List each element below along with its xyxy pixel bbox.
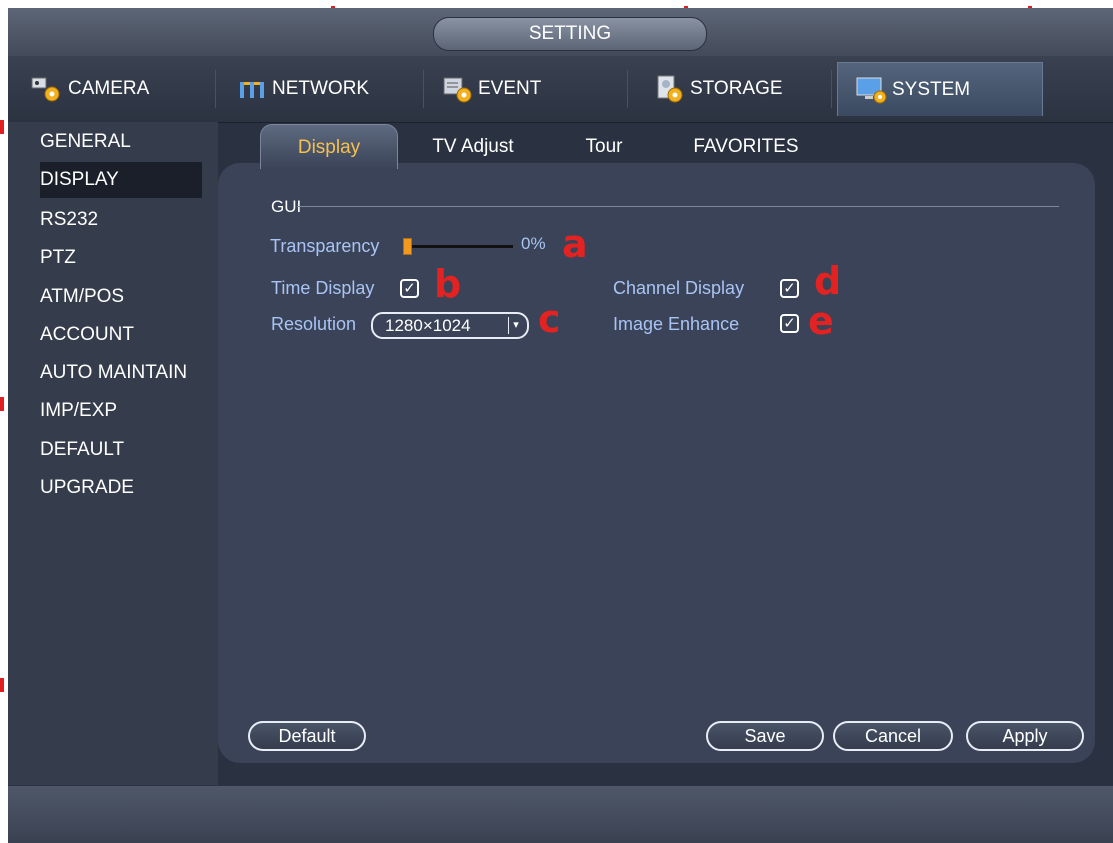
nav-camera[interactable]: CAMERA — [30, 62, 216, 116]
sidebar-item-imp-exp[interactable]: IMP/EXP — [40, 393, 117, 429]
nav-network[interactable]: NETWORK — [234, 62, 424, 116]
default-button[interactable]: Default — [248, 721, 366, 751]
top-navigation: CAMERA NETWORK EVENT STORAGE SYSTEM — [8, 56, 1113, 123]
sidebar: GENERAL DISPLAY RS232 PTZ ATM/POS ACCOUN… — [8, 122, 218, 785]
nav-event-label: EVENT — [478, 78, 542, 99]
sidebar-item-default[interactable]: DEFAULT — [40, 432, 124, 468]
time-display-label: Time Display — [271, 278, 375, 298]
time-display-checkbox[interactable]: ✓ — [400, 279, 419, 298]
annotation-d: d — [814, 259, 842, 303]
apply-button[interactable]: Apply — [966, 721, 1084, 751]
camera-gear-icon — [30, 74, 66, 104]
sidebar-item-upgrade[interactable]: UPGRADE — [40, 470, 134, 506]
sidebar-item-account[interactable]: ACCOUNT — [40, 317, 134, 353]
chevron-down-icon: ▾ — [508, 317, 523, 334]
sidebar-item-display[interactable]: DISPLAY — [40, 162, 202, 198]
sidebar-item-rs232[interactable]: RS232 — [40, 202, 98, 238]
nav-event[interactable]: EVENT — [440, 62, 628, 116]
divider — [831, 70, 832, 108]
divider — [423, 70, 424, 108]
nav-camera-label: CAMERA — [68, 78, 150, 99]
channel-display-label: Channel Display — [613, 278, 745, 298]
annotation-a: a — [562, 222, 588, 266]
sidebar-item-atm-pos[interactable]: ATM/POS — [40, 279, 124, 315]
annotation-c: c — [538, 297, 561, 341]
sidebar-item-label: DISPLAY — [40, 169, 119, 190]
title-bar: SETTING — [8, 8, 1113, 56]
channel-display-checkbox[interactable]: ✓ — [780, 279, 799, 298]
red-mark — [0, 397, 4, 411]
window-title: SETTING — [433, 17, 707, 51]
bottom-bar — [8, 786, 1113, 843]
annotation-b: b — [434, 262, 462, 306]
divider — [297, 206, 1059, 207]
tab-display[interactable]: Display — [260, 124, 398, 169]
sidebar-item-general[interactable]: GENERAL — [40, 124, 131, 160]
tab-favorites[interactable]: FAVORITES — [674, 124, 818, 168]
image-enhance-label: Image Enhance — [613, 314, 740, 334]
network-icon — [234, 74, 270, 104]
transparency-slider[interactable] — [405, 245, 513, 248]
nav-network-label: NETWORK — [272, 78, 370, 99]
storage-icon — [652, 74, 688, 104]
nav-storage[interactable]: STORAGE — [652, 62, 832, 116]
sidebar-item-ptz[interactable]: PTZ — [40, 240, 76, 276]
resolution-value: 1280×1024 — [385, 316, 471, 335]
image-enhance-checkbox[interactable]: ✓ — [780, 314, 799, 333]
transparency-value: 0% — [521, 234, 546, 253]
annotation-e: e — [808, 299, 834, 343]
divider — [215, 70, 216, 108]
sidebar-item-auto-maintain[interactable]: AUTO MAINTAIN — [40, 355, 187, 391]
cancel-button[interactable]: Cancel — [833, 721, 953, 751]
red-mark — [0, 120, 4, 134]
nav-storage-label: STORAGE — [690, 78, 783, 99]
resolution-select[interactable]: 1280×1024 ▾ — [371, 312, 529, 339]
nav-system[interactable]: SYSTEM — [837, 62, 1043, 116]
save-button[interactable]: Save — [706, 721, 824, 751]
tab-tour[interactable]: Tour — [568, 124, 640, 168]
resolution-label: Resolution — [271, 314, 357, 334]
nav-system-label: SYSTEM — [892, 78, 971, 100]
system-monitor-icon — [854, 75, 890, 105]
tab-tv-adjust[interactable]: TV Adjust — [414, 124, 532, 168]
red-mark — [0, 678, 4, 692]
section-gui-label: GUI — [271, 197, 302, 216]
slider-handle[interactable] — [403, 238, 412, 255]
transparency-label: Transparency — [270, 236, 380, 256]
event-icon — [440, 74, 476, 104]
divider — [627, 70, 628, 108]
